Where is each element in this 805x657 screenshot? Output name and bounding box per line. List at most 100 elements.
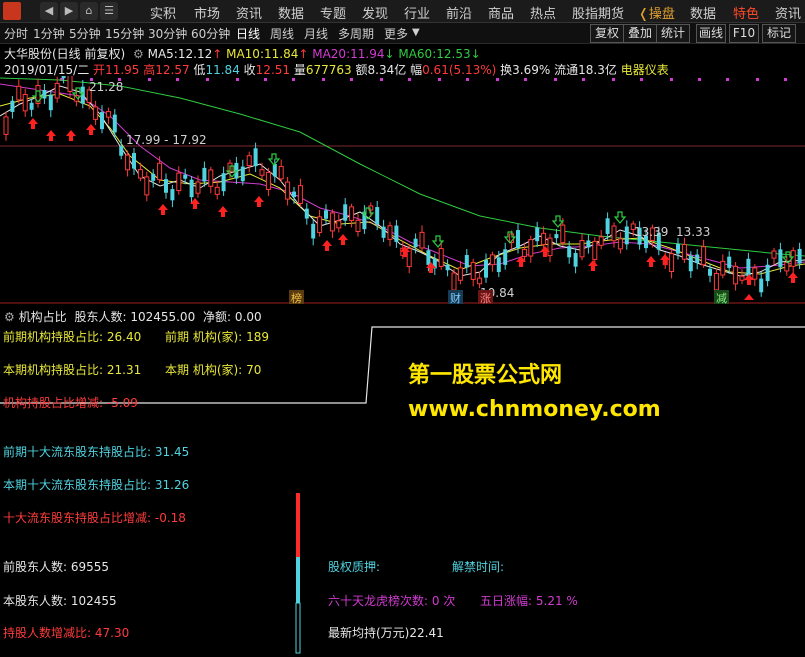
candle-body (701, 246, 707, 266)
period-3[interactable]: 15分钟 (105, 25, 144, 42)
candle-body (297, 185, 303, 204)
candle-body (567, 246, 572, 258)
menu-item-2[interactable]: 资讯 (236, 3, 262, 22)
prev-holders-label: 前股东人数: (3, 560, 68, 574)
curr-inst-count-row: 本期 机构(家): 70 (165, 361, 261, 378)
period-5[interactable]: 60分钟 (191, 25, 230, 42)
candle-body (579, 239, 585, 258)
settings-gear-icon[interactable]: ⚙ (133, 47, 144, 61)
candle-body (3, 116, 9, 135)
tool-btn-5[interactable]: 标记 (762, 24, 796, 43)
candle-body (343, 204, 348, 221)
candle-body (10, 100, 15, 112)
period-9[interactable]: 多周期 (338, 25, 374, 42)
candle-body (496, 257, 501, 273)
candle-body (208, 169, 214, 187)
prev-inst-ratio-value: 26.40 (106, 330, 142, 344)
watermark-title: 第一股票公式网 (408, 363, 563, 388)
five-day-row: 五日涨幅: 5.21 % (480, 592, 578, 609)
ma20-down-arrow-icon: ↓ (384, 47, 395, 61)
menu-item-8[interactable]: 商品 (488, 3, 514, 22)
indicator-settings-icon[interactable]: ⚙ (4, 310, 15, 324)
badge-bang[interactable]: 榜 (289, 290, 304, 304)
candle-body (797, 248, 802, 264)
candle-body (752, 267, 758, 280)
menu-item-9[interactable]: 热点 (530, 3, 556, 22)
candle-body (189, 179, 194, 198)
candle-body (535, 227, 540, 242)
tool-btn-4[interactable]: F10 (729, 24, 759, 43)
curr-inst-count-label: 本期 机构(家): (165, 363, 243, 377)
badge-jian-label: 减 (716, 292, 727, 304)
candle-body (477, 277, 483, 285)
candle-body (457, 267, 463, 281)
badge-jian[interactable]: 减 (714, 290, 729, 304)
menu-item-1[interactable]: 市场 (194, 3, 220, 22)
tool-btn-2[interactable]: 统计 (656, 24, 690, 43)
forward-arrow-icon[interactable]: ▶ (60, 2, 78, 20)
prev-inst-count-value: 189 (246, 330, 269, 344)
badge-cai[interactable]: 财 (448, 290, 463, 304)
candle-body (560, 224, 566, 244)
candle-body (151, 173, 156, 181)
more-dropdown-icon[interactable]: ▼ (412, 27, 420, 38)
change-label: 幅 (410, 63, 423, 77)
menu-item-10[interactable]: 股指期货 (572, 3, 624, 22)
candle-body (329, 212, 335, 232)
home-icon[interactable]: ⌂ (80, 2, 98, 20)
candle-body (355, 219, 361, 233)
ma10-value: 11.84 (263, 47, 299, 61)
menu-icon[interactable]: ☰ (100, 2, 118, 20)
menu-item-4[interactable]: 专题 (320, 3, 346, 22)
holders-change-row: 持股人数增减比: 47.30 (3, 624, 129, 641)
period-6[interactable]: 日线 (236, 25, 260, 42)
period-10[interactable]: 更多 (384, 25, 408, 42)
candle-body (484, 259, 488, 278)
candle-body (105, 111, 111, 118)
menu-item-7[interactable]: 前沿 (446, 3, 472, 22)
candle-body (413, 238, 418, 248)
menu-right-0[interactable]: ❬操盘 (638, 3, 675, 22)
pledge-label: 股权质押: (328, 560, 381, 574)
candle-body (375, 207, 380, 225)
candle-body (765, 264, 770, 282)
holders-change-label: 持股人数增减比: (3, 626, 92, 640)
menu-right-1[interactable]: 数据 (690, 3, 716, 22)
period-7[interactable]: 周线 (270, 25, 294, 42)
ma60-down-arrow-icon: ↓ (470, 47, 481, 61)
candle-body (426, 250, 431, 265)
curr-holders-label: 本股东人数: (3, 594, 68, 608)
candle-body (771, 250, 777, 259)
candle-body (688, 255, 693, 272)
candle-body (170, 189, 175, 201)
period-8[interactable]: 月线 (304, 25, 328, 42)
price-label-a: 13.39 (634, 225, 668, 239)
badge-zhang[interactable]: 涨 (478, 290, 493, 304)
menu-right-2[interactable]: 特色 (733, 3, 759, 22)
tool-btn-0[interactable]: 复权 (590, 24, 624, 43)
tool-btn-1[interactable]: 叠加 (623, 24, 657, 43)
menu-item-3[interactable]: 数据 (278, 3, 304, 22)
period-0[interactable]: 分时 (4, 25, 28, 42)
cyan-bar-hollow (295, 602, 301, 654)
tool-btn-3[interactable]: 画线 (696, 24, 726, 43)
menu-item-0[interactable]: 实积 (150, 3, 176, 22)
back-arrow-icon[interactable]: ◀ (40, 2, 58, 20)
menu-right-3[interactable]: 资讯 (775, 3, 801, 22)
float-label: 流通 (554, 63, 579, 77)
amount-label: 额 (355, 63, 368, 77)
candle-body (176, 172, 182, 192)
badge-bang-label: 榜 (291, 291, 302, 304)
period-4[interactable]: 30分钟 (148, 25, 187, 42)
candle-body (317, 216, 323, 233)
candle-body (221, 173, 226, 192)
menu-item-5[interactable]: 发现 (362, 3, 388, 22)
prev-inst-row: 前期机构持股占比: 26.40 (3, 328, 141, 345)
period-1[interactable]: 1分钟 (33, 25, 65, 42)
watermark-url: www.chnmoney.com (408, 397, 661, 422)
float-value: 18.3亿 (578, 63, 617, 77)
period-2[interactable]: 5分钟 (69, 25, 101, 42)
candlestick-chart[interactable]: 21.28 17.99 - 17.92 13.39 13.33 10.84 榜 … (0, 76, 805, 304)
dragon-label: 六十天龙虎榜次数: (328, 594, 429, 608)
menu-item-6[interactable]: 行业 (404, 3, 430, 22)
